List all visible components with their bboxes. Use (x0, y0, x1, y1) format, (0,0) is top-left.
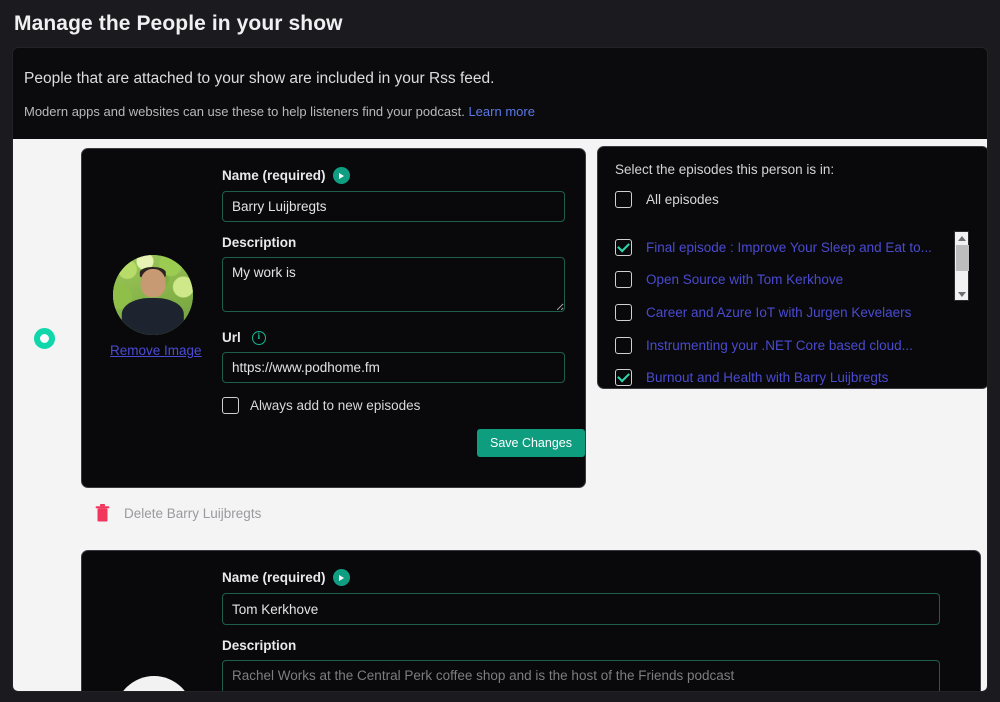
url-label: Url i (222, 330, 565, 345)
url-input[interactable] (222, 352, 565, 383)
info-circle-icon[interactable]: i (251, 330, 266, 345)
always-add-checkbox-row[interactable]: Always add to new episodes (222, 397, 565, 414)
episode-list-item[interactable]: Final episode : Improve Your Sleep and E… (615, 231, 973, 264)
avatar (115, 676, 193, 691)
avatar (113, 255, 193, 335)
name-label-text: Name (required) (222, 570, 326, 585)
episode-list-item[interactable]: Career and Azure IoT with Jurgen Kevelae… (615, 296, 973, 329)
person-form-card-2: Name (required) Description (81, 550, 981, 691)
person-selected-indicator[interactable] (34, 328, 55, 349)
description-textarea[interactable] (222, 660, 940, 691)
description-label-text: Description (222, 235, 297, 250)
episode-list-item[interactable]: Burnout and Health with Barry Luijbregts (615, 361, 973, 388)
trash-icon (95, 504, 110, 522)
page-title: Manage the People in your show (14, 12, 343, 35)
episodes-panel-title: Select the episodes this person is in: (615, 162, 835, 177)
description-label: Description (222, 235, 565, 250)
episode-title[interactable]: Burnout and Health with Barry Luijbregts (646, 370, 888, 385)
remove-image-link[interactable]: Remove Image (110, 343, 202, 358)
episode-checkbox[interactable] (615, 303, 632, 321)
always-add-label: Always add to new episodes (250, 398, 421, 413)
name-input[interactable] (222, 593, 940, 625)
all-episodes-label: All episodes (646, 192, 719, 207)
description-label-text: Description (222, 638, 297, 653)
name-label: Name (required) (222, 167, 565, 184)
episode-checkbox[interactable] (615, 271, 632, 289)
always-add-checkbox[interactable] (222, 397, 239, 414)
scroll-down-arrow-icon[interactable] (955, 288, 968, 300)
save-changes-button[interactable]: Save Changes (476, 429, 585, 457)
content-panel: People that are attached to your show ar… (12, 47, 988, 692)
scroll-up-arrow-icon[interactable] (955, 232, 968, 244)
description-label: Description (222, 638, 940, 653)
all-episodes-checkbox[interactable] (615, 191, 632, 208)
intro-primary-text: People that are attached to your show ar… (24, 70, 495, 87)
save-changes-container: Save Changes (242, 429, 585, 457)
play-circle-icon[interactable] (332, 167, 350, 184)
episode-checkbox[interactable] (615, 369, 632, 387)
episodes-panel: Select the episodes this person is in: A… (597, 146, 987, 389)
url-label-text: Url (222, 330, 241, 345)
scrollbar-thumb[interactable] (956, 245, 969, 271)
person-form-card-1: Remove Image Name (required) Description (81, 148, 586, 488)
episode-list-scrollbar[interactable] (954, 231, 969, 301)
episode-list-item[interactable]: Open Source with Tom Kerkhove (615, 264, 973, 297)
intro-secondary-text: Modern apps and websites can use these t… (13, 88, 987, 119)
play-circle-icon[interactable] (332, 569, 350, 586)
episode-list: Final episode : Improve Your Sleep and E… (615, 231, 973, 388)
episode-title[interactable]: Final episode : Improve Your Sleep and E… (646, 240, 932, 255)
episode-checkbox[interactable] (615, 238, 632, 256)
episode-title[interactable]: Career and Azure IoT with Jurgen Kevelae… (646, 305, 911, 320)
intro-secondary-label: Modern apps and websites can use these t… (24, 104, 465, 119)
episode-title[interactable]: Instrumenting your .NET Core based cloud… (646, 338, 913, 353)
description-textarea[interactable]: My work is (222, 257, 565, 312)
delete-person-row[interactable]: Delete Barry Luijbregts (95, 504, 261, 522)
delete-person-label: Delete Barry Luijbregts (124, 505, 262, 521)
episode-list-item[interactable]: Instrumenting your .NET Core based cloud… (615, 329, 973, 362)
learn-more-link[interactable]: Learn more (468, 104, 534, 119)
name-label-text: Name (required) (222, 168, 326, 183)
episode-checkbox[interactable] (615, 336, 632, 354)
episode-list-scroll-area: Final episode : Improve Your Sleep and E… (615, 231, 973, 388)
people-list-container: Remove Image Name (required) Description (13, 139, 987, 691)
name-input[interactable] (222, 191, 565, 222)
episode-title[interactable]: Open Source with Tom Kerkhove (646, 272, 843, 287)
all-episodes-row[interactable]: All episodes (598, 177, 987, 208)
name-label: Name (required) (222, 569, 940, 586)
